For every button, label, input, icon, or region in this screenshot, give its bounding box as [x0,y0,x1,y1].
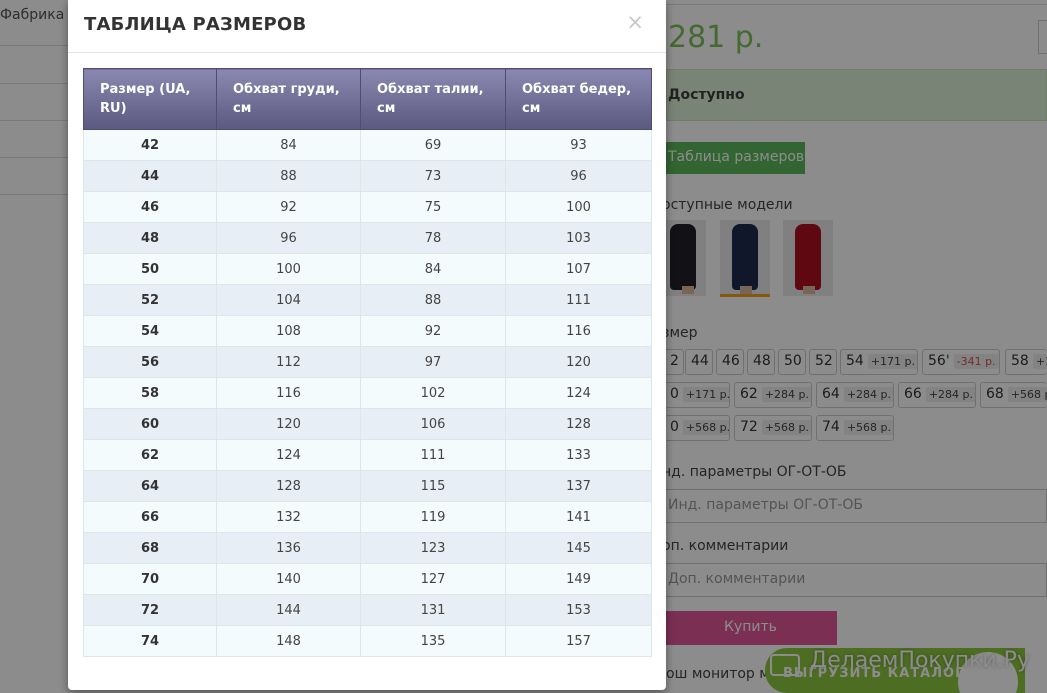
table-row: 64 128 115 137 [83,470,652,502]
table-row: 56 112 97 120 [83,346,652,378]
hips-cell: 137 [505,470,652,502]
size-table: Размер (UA, RU) Обхват груди, см Обхват … [83,68,652,657]
waist-cell: 69 [360,129,506,161]
chest-cell: 104 [216,284,361,316]
hips-cell: 116 [505,315,652,347]
hips-cell: 141 [505,501,652,533]
column-header-chest: Обхват груди, см [216,68,361,130]
size-cell: 42 [83,129,217,161]
size-cell: 52 [83,284,217,316]
chest-cell: 84 [216,129,361,161]
modal-title: ТАБЛИЦА РАЗМЕРОВ [84,14,307,35]
waist-cell: 135 [360,625,506,657]
waist-cell: 106 [360,408,506,440]
chest-cell: 92 [216,191,361,223]
hips-cell: 153 [505,594,652,626]
chest-cell: 120 [216,408,361,440]
hips-cell: 96 [505,160,652,192]
chest-cell: 144 [216,594,361,626]
hips-cell: 100 [505,191,652,223]
waist-cell: 84 [360,253,506,285]
waist-cell: 111 [360,439,506,471]
size-cell: 50 [83,253,217,285]
chest-cell: 96 [216,222,361,254]
size-table-modal: ТАБЛИЦА РАЗМЕРОВ × Размер (UA, RU) Обхва… [68,0,666,690]
close-icon[interactable]: × [626,12,644,33]
waist-cell: 92 [360,315,506,347]
table-row: 72 144 131 153 [83,594,652,626]
hips-cell: 93 [505,129,652,161]
table-row: 74 148 135 157 [83,625,652,657]
chest-cell: 100 [216,253,361,285]
hips-cell: 111 [505,284,652,316]
waist-cell: 97 [360,346,506,378]
table-header-row: Размер (UA, RU) Обхват груди, см Обхват … [83,68,652,130]
table-row: 50 100 84 107 [83,253,652,285]
hips-cell: 149 [505,563,652,595]
table-row: 46 92 75 100 [83,191,652,223]
waist-cell: 119 [360,501,506,533]
table-row: 66 132 119 141 [83,501,652,533]
chest-cell: 116 [216,377,361,409]
size-cell: 44 [83,160,217,192]
waist-cell: 127 [360,563,506,595]
chest-cell: 136 [216,532,361,564]
size-cell: 62 [83,439,217,471]
chest-cell: 124 [216,439,361,471]
hips-cell: 124 [505,377,652,409]
size-cell: 60 [83,408,217,440]
waist-cell: 115 [360,470,506,502]
chest-cell: 88 [216,160,361,192]
waist-cell: 78 [360,222,506,254]
size-cell: 72 [83,594,217,626]
column-header-hips: Обхват бедер, см [505,68,652,130]
table-row: 60 120 106 128 [83,408,652,440]
waist-cell: 73 [360,160,506,192]
size-cell: 66 [83,501,217,533]
modal-header: ТАБЛИЦА РАЗМЕРОВ × [68,0,666,53]
chest-cell: 148 [216,625,361,657]
size-cell: 54 [83,315,217,347]
table-row: 68 136 123 145 [83,532,652,564]
table-row: 44 88 73 96 [83,160,652,192]
chest-cell: 132 [216,501,361,533]
hips-cell: 103 [505,222,652,254]
waist-cell: 123 [360,532,506,564]
column-header-waist: Обхват талии, см [360,68,506,130]
size-cell: 70 [83,563,217,595]
size-cell: 68 [83,532,217,564]
hips-cell: 120 [505,346,652,378]
hips-cell: 107 [505,253,652,285]
table-body: 42 84 69 93 44 88 73 96 46 92 75 100 48 96 78 103 50 100 8… [83,129,652,657]
table-row: 58 116 102 124 [83,377,652,409]
chest-cell: 108 [216,315,361,347]
hips-cell: 133 [505,439,652,471]
waist-cell: 88 [360,284,506,316]
size-table-container: Размер (UA, RU) Обхват груди, см Обхват … [83,68,652,657]
size-cell: 74 [83,625,217,657]
waist-cell: 75 [360,191,506,223]
hips-cell: 157 [505,625,652,657]
table-row: 70 140 127 149 [83,563,652,595]
chest-cell: 140 [216,563,361,595]
table-row: 62 124 111 133 [83,439,652,471]
table-row: 42 84 69 93 [83,129,652,161]
waist-cell: 131 [360,594,506,626]
chest-cell: 128 [216,470,361,502]
size-cell: 64 [83,470,217,502]
size-cell: 48 [83,222,217,254]
size-cell: 58 [83,377,217,409]
chest-cell: 112 [216,346,361,378]
hips-cell: 145 [505,532,652,564]
table-row: 54 108 92 116 [83,315,652,347]
waist-cell: 102 [360,377,506,409]
hips-cell: 128 [505,408,652,440]
size-cell: 56 [83,346,217,378]
table-row: 48 96 78 103 [83,222,652,254]
size-cell: 46 [83,191,217,223]
table-row: 52 104 88 111 [83,284,652,316]
column-header-size: Размер (UA, RU) [83,68,217,130]
